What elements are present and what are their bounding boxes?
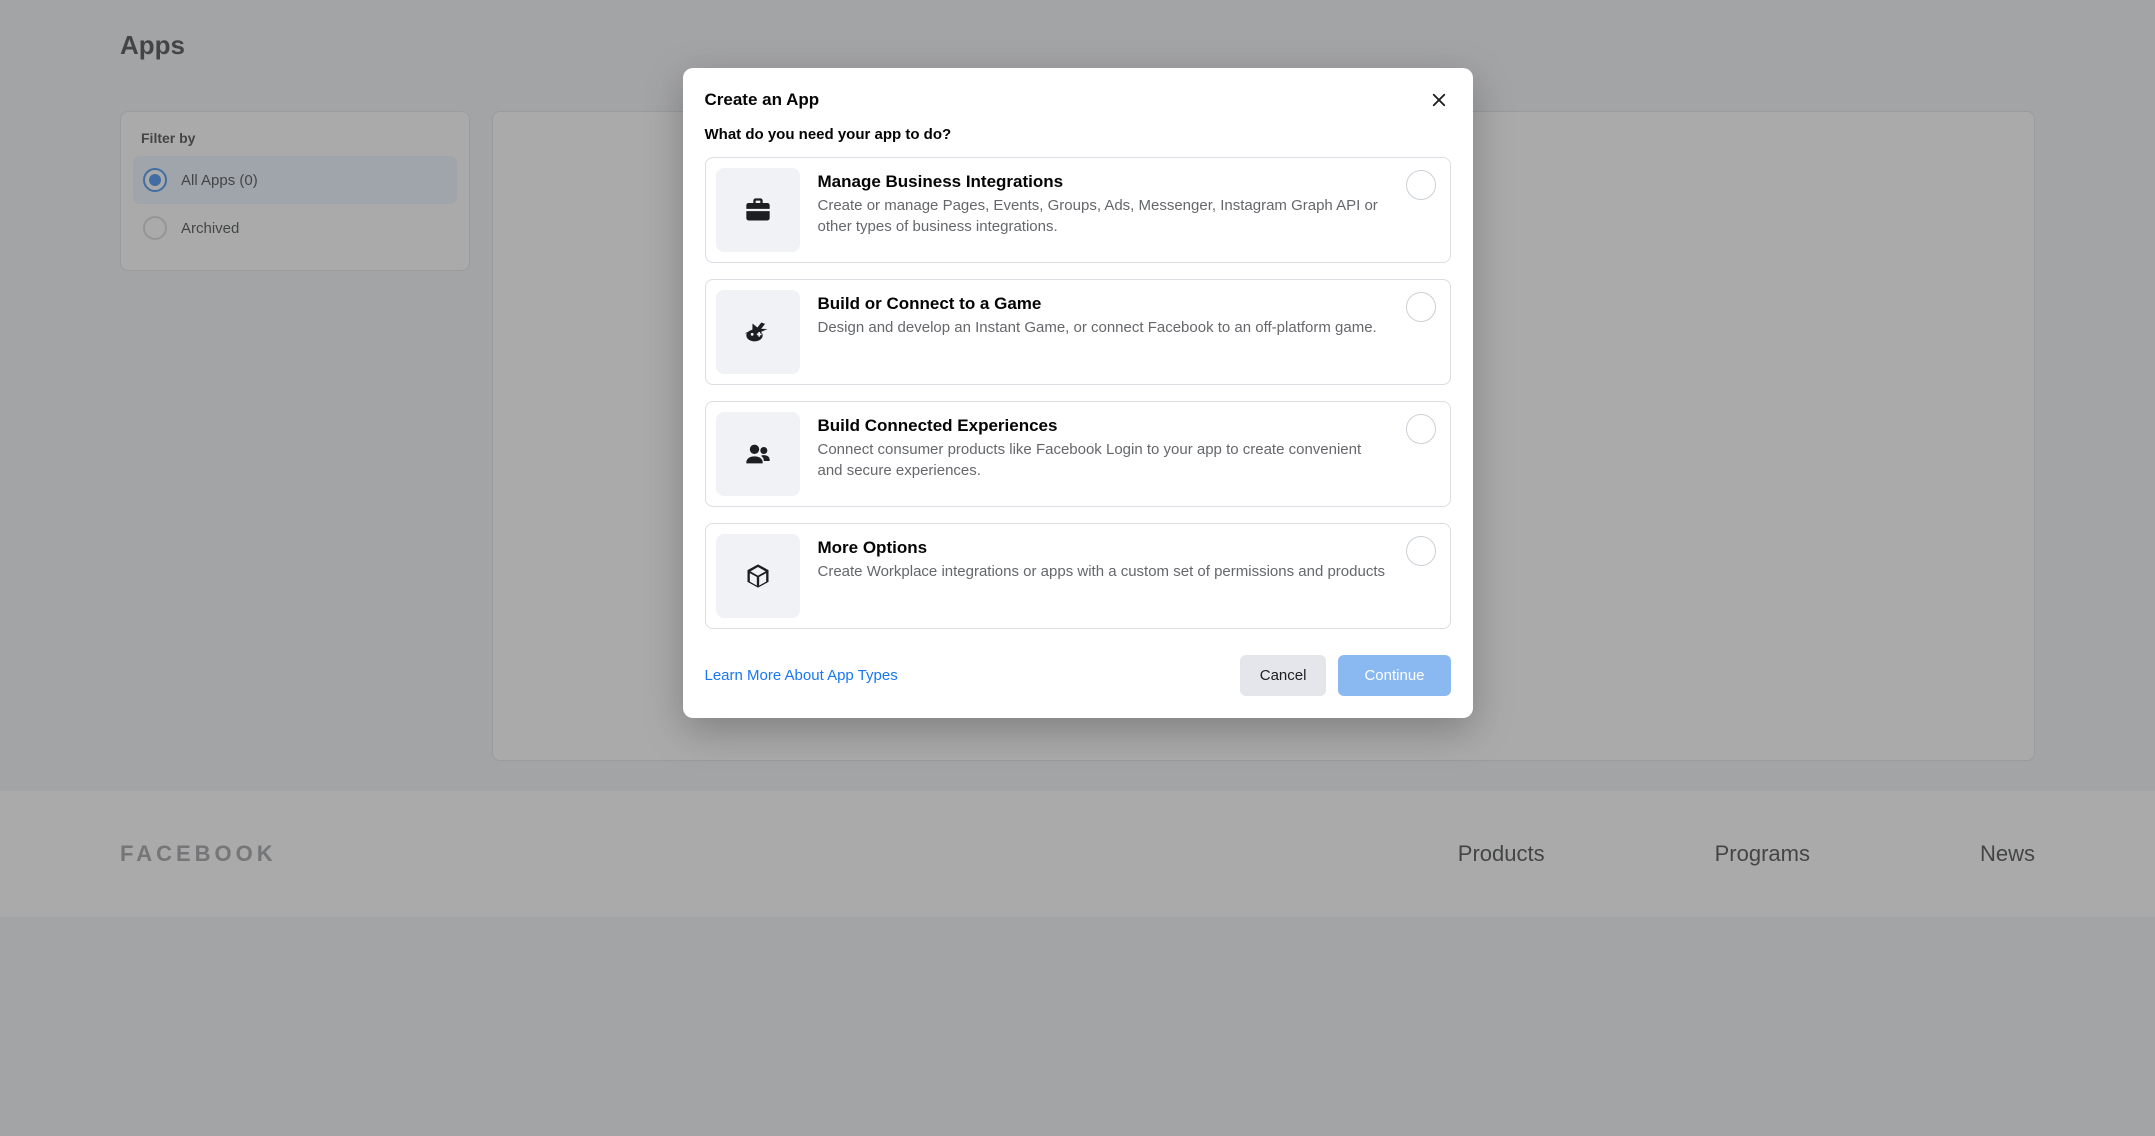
option-connected-experiences[interactable]: Build Connected Experiences Connect cons… (705, 401, 1451, 507)
cube-icon (744, 562, 772, 590)
option-icon-box (716, 534, 800, 618)
modal-title: Create an App (705, 90, 820, 110)
option-title: More Options (818, 538, 1388, 558)
close-icon (1430, 91, 1448, 109)
option-description: Create or manage Pages, Events, Groups, … (818, 196, 1388, 237)
option-title: Build or Connect to a Game (818, 294, 1388, 314)
option-icon-box (716, 412, 800, 496)
create-app-modal: Create an App What do you need your app … (683, 68, 1473, 718)
cancel-button[interactable]: Cancel (1240, 655, 1327, 696)
learn-more-link[interactable]: Learn More About App Types (705, 667, 898, 684)
option-radio[interactable] (1406, 536, 1436, 566)
option-radio[interactable] (1406, 414, 1436, 444)
option-more-options[interactable]: More Options Create Workplace integratio… (705, 523, 1451, 629)
option-manage-business[interactable]: Manage Business Integrations Create or m… (705, 157, 1451, 263)
close-button[interactable] (1427, 88, 1451, 112)
modal-overlay: Create an App What do you need your app … (0, 0, 2155, 1136)
option-description: Design and develop an Instant Game, or c… (818, 318, 1388, 339)
briefcase-icon (744, 196, 772, 224)
game-icon (744, 318, 772, 346)
people-icon (744, 440, 772, 468)
option-icon-box (716, 290, 800, 374)
option-title: Build Connected Experiences (818, 416, 1388, 436)
option-title: Manage Business Integrations (818, 172, 1388, 192)
option-radio[interactable] (1406, 170, 1436, 200)
continue-button[interactable]: Continue (1338, 655, 1450, 696)
option-description: Connect consumer products like Facebook … (818, 440, 1388, 481)
option-build-game[interactable]: Build or Connect to a Game Design and de… (705, 279, 1451, 385)
option-radio[interactable] (1406, 292, 1436, 322)
modal-subtitle: What do you need your app to do? (683, 122, 1473, 157)
option-description: Create Workplace integrations or apps wi… (818, 562, 1388, 583)
option-icon-box (716, 168, 800, 252)
